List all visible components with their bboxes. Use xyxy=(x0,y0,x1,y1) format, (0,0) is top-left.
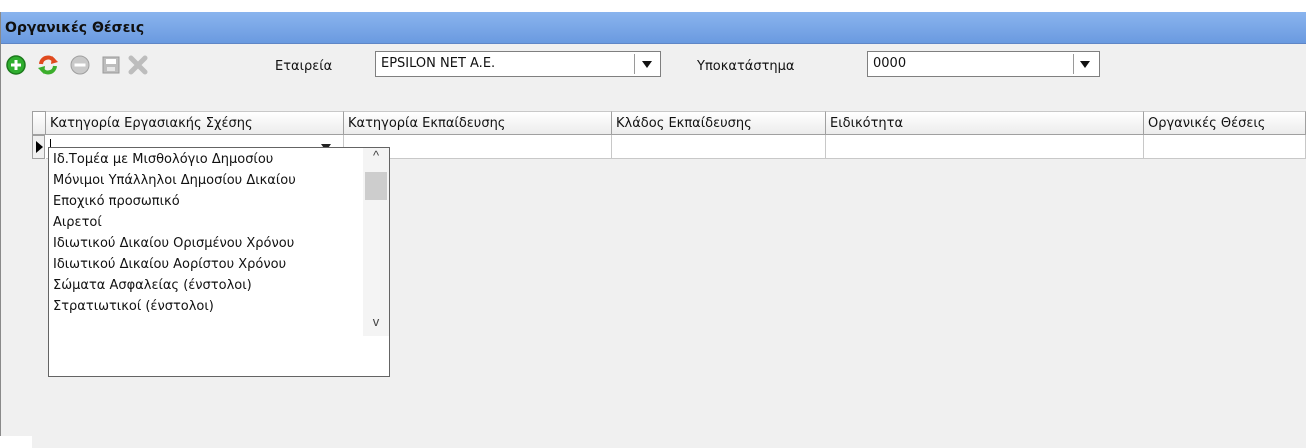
cancel-icon[interactable] xyxy=(127,54,149,76)
scroll-down-icon[interactable]: v xyxy=(363,314,389,336)
chevron-down-icon[interactable] xyxy=(642,61,652,68)
chevron-down-icon[interactable] xyxy=(1080,61,1090,68)
branch-value: 0000 xyxy=(873,56,907,71)
scrollbar-thumb[interactable] xyxy=(365,172,387,200)
delete-icon[interactable] xyxy=(69,54,91,76)
column-header[interactable]: Κατηγορία Εκπαίδευσης xyxy=(344,111,612,135)
list-item[interactable]: Σώματα Ασφαλείας (ένστολοι) xyxy=(53,278,363,298)
row-selector-header xyxy=(32,111,46,135)
positions-cell[interactable] xyxy=(1144,135,1306,159)
branch-select[interactable]: 0000 xyxy=(867,51,1100,77)
specialty-cell[interactable] xyxy=(826,135,1144,159)
company-select[interactable]: EPSILON NET A.E. xyxy=(375,51,661,77)
title-bar: Οργανικές Θέσεις xyxy=(1,12,1306,44)
education-branch-cell[interactable] xyxy=(612,135,826,159)
column-header[interactable]: Ειδικότητα xyxy=(826,111,1144,135)
branch-label: Υποκατάστημα xyxy=(697,59,795,74)
company-value: EPSILON NET A.E. xyxy=(381,56,496,71)
list-item[interactable]: Στρατιωτικοί (ένστολοι) xyxy=(53,299,363,319)
add-icon[interactable] xyxy=(5,54,27,76)
list-item[interactable]: Εποχικό προσωπικό xyxy=(53,194,363,214)
window-title: Οργανικές Θέσεις xyxy=(5,20,145,36)
list-item[interactable]: Ιδ.Τομέα με Μισθολόγιο Δημοσίου xyxy=(53,152,363,172)
list-item[interactable]: Ιδιωτικού Δικαίου Αορίστου Χρόνου xyxy=(53,257,363,277)
grid-header: Κατηγορία Εργασιακής Σχέσης Κατηγορία Εκ… xyxy=(32,111,1306,135)
list-item[interactable]: Αιρετοί xyxy=(53,215,363,235)
list-item[interactable]: Μόνιμοι Υπάλληλοι Δημοσίου Δικαίου xyxy=(53,173,363,193)
scroll-up-icon[interactable]: ^ xyxy=(363,148,389,170)
company-label: Εταιρεία xyxy=(275,59,333,74)
list-item[interactable]: Ιδιωτικού Δικαίου Ορισμένου Χρόνου xyxy=(53,236,363,256)
column-header[interactable]: Κλάδος Εκπαίδευσης xyxy=(612,111,826,135)
current-row-icon xyxy=(32,135,45,159)
dropdown-scrollbar[interactable]: ^ v xyxy=(363,148,389,336)
toolbar: Εταιρεία EPSILON NET A.E. Υποκατάστημα 0… xyxy=(1,45,1306,85)
dropdown-list[interactable]: Ιδ.Τομέα με Μισθολόγιο Δημοσίου Μόνιμοι … xyxy=(48,147,390,377)
refresh-icon[interactable] xyxy=(37,54,59,76)
column-header[interactable]: Οργανικές Θέσεις xyxy=(1144,111,1306,135)
column-header[interactable]: Κατηγορία Εργασιακής Σχέσης xyxy=(46,111,344,135)
save-icon[interactable] xyxy=(100,54,122,76)
